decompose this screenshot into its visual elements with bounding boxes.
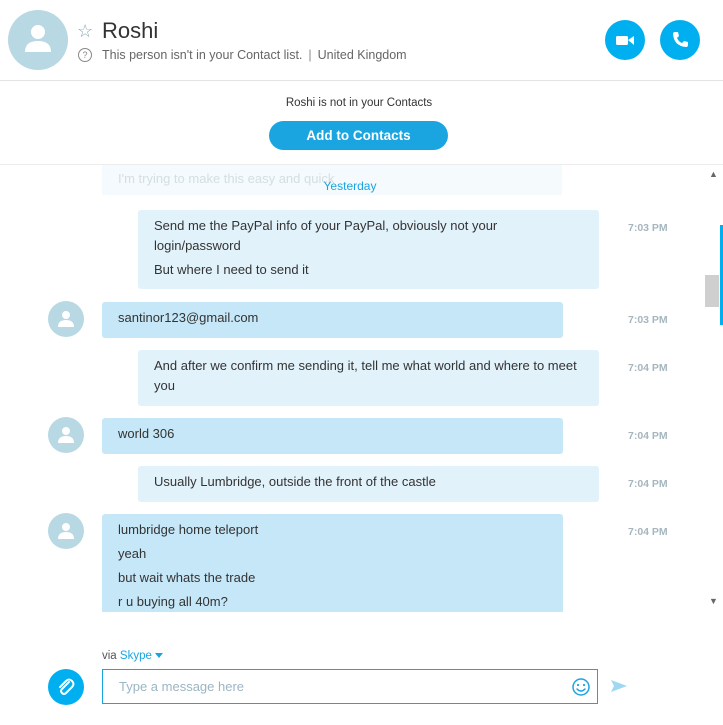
message-line: lumbridge home teleport <box>118 522 259 537</box>
message-timestamp: 7:03 PM <box>628 222 668 234</box>
message-line: And after we confirm me sending it, tell… <box>154 358 577 393</box>
info-icon: ? <box>78 48 92 62</box>
sender-avatar[interactable] <box>48 417 84 453</box>
message-line: yeah <box>118 546 147 561</box>
via-label: via <box>102 650 117 662</box>
message-line: santinor123@gmail.com <box>118 310 259 325</box>
video-call-icon <box>616 36 634 45</box>
chat-history[interactable]: I'm trying to make this easy and quick Y… <box>0 165 704 612</box>
message-bubble-outgoing[interactable]: And after we confirm me sending it, tell… <box>138 350 599 406</box>
video-call-button[interactable] <box>605 20 645 60</box>
phone-call-icon <box>673 32 688 47</box>
contact-status-text: This person isn't in your Contact list. <box>102 48 303 62</box>
message-bubble-incoming[interactable]: santinor123@gmail.com <box>102 302 563 338</box>
scroll-up-arrow-icon[interactable]: ▲ <box>709 169 718 179</box>
message-line: Send me the PayPal info of your PayPal, … <box>154 218 498 253</box>
via-service-name[interactable]: Skype <box>120 650 152 662</box>
contact-name: Roshi <box>102 18 159 43</box>
user-avatar-icon <box>58 523 74 539</box>
conversation-header: ☆ Roshi ? This person isn't in your Cont… <box>0 0 723 81</box>
chevron-down-icon[interactable] <box>154 653 163 659</box>
via-service-selector[interactable]: via Skype <box>102 650 163 662</box>
day-separator: Yesterday <box>323 179 377 193</box>
message-line: r u buying all 40m? <box>118 594 228 609</box>
message-timestamp: 7:04 PM <box>628 526 668 538</box>
audio-call-button[interactable] <box>660 20 700 60</box>
add-to-contacts-button[interactable]: Add to Contacts <box>269 121 448 150</box>
message-line: world 306 <box>118 426 175 441</box>
message-bubble-incoming[interactable]: world 306 <box>102 418 563 454</box>
message-bubble-outgoing[interactable]: Send me the PayPal info of your PayPal, … <box>138 210 599 289</box>
user-avatar-icon <box>58 311 74 327</box>
paperclip-icon <box>59 678 75 695</box>
contact-status: This person isn't in your Contact list. |… <box>102 47 407 63</box>
attach-file-button[interactable] <box>48 669 84 705</box>
message-input[interactable] <box>117 678 551 695</box>
message-input-box[interactable] <box>102 669 598 704</box>
status-separator: | <box>308 48 312 62</box>
message-timestamp: 7:04 PM <box>628 430 668 442</box>
contact-location: United Kingdom <box>317 48 407 62</box>
message-bubble-incoming[interactable]: lumbridge home teleport yeah but wait wh… <box>102 514 563 612</box>
message-line: but wait whats the trade <box>118 570 256 585</box>
send-icon[interactable] <box>610 678 628 694</box>
message-line: Usually Lumbridge, outside the front of … <box>154 474 436 489</box>
user-avatar-icon <box>58 427 74 443</box>
scrollbar-thumb[interactable] <box>705 275 719 307</box>
sender-avatar[interactable] <box>48 513 84 549</box>
user-avatar-icon <box>25 25 51 52</box>
sender-avatar[interactable] <box>48 301 84 337</box>
message-timestamp: 7:04 PM <box>628 362 668 374</box>
not-in-contacts-banner: Roshi is not in your Contacts Add to Con… <box>0 81 723 165</box>
chat-scrollbar[interactable]: ▲ ▼ <box>704 165 723 612</box>
favorite-star-icon[interactable]: ☆ <box>77 21 93 41</box>
contact-avatar[interactable] <box>8 10 68 70</box>
message-timestamp: 7:03 PM <box>628 314 668 326</box>
scroll-down-arrow-icon[interactable]: ▼ <box>709 596 718 606</box>
message-bubble-outgoing[interactable]: Usually Lumbridge, outside the front of … <box>138 466 599 502</box>
message-timestamp: 7:04 PM <box>628 478 668 490</box>
emoji-icon[interactable] <box>571 677 591 697</box>
banner-text: Roshi is not in your Contacts <box>285 97 433 109</box>
message-line: But where I need to send it <box>154 262 309 277</box>
